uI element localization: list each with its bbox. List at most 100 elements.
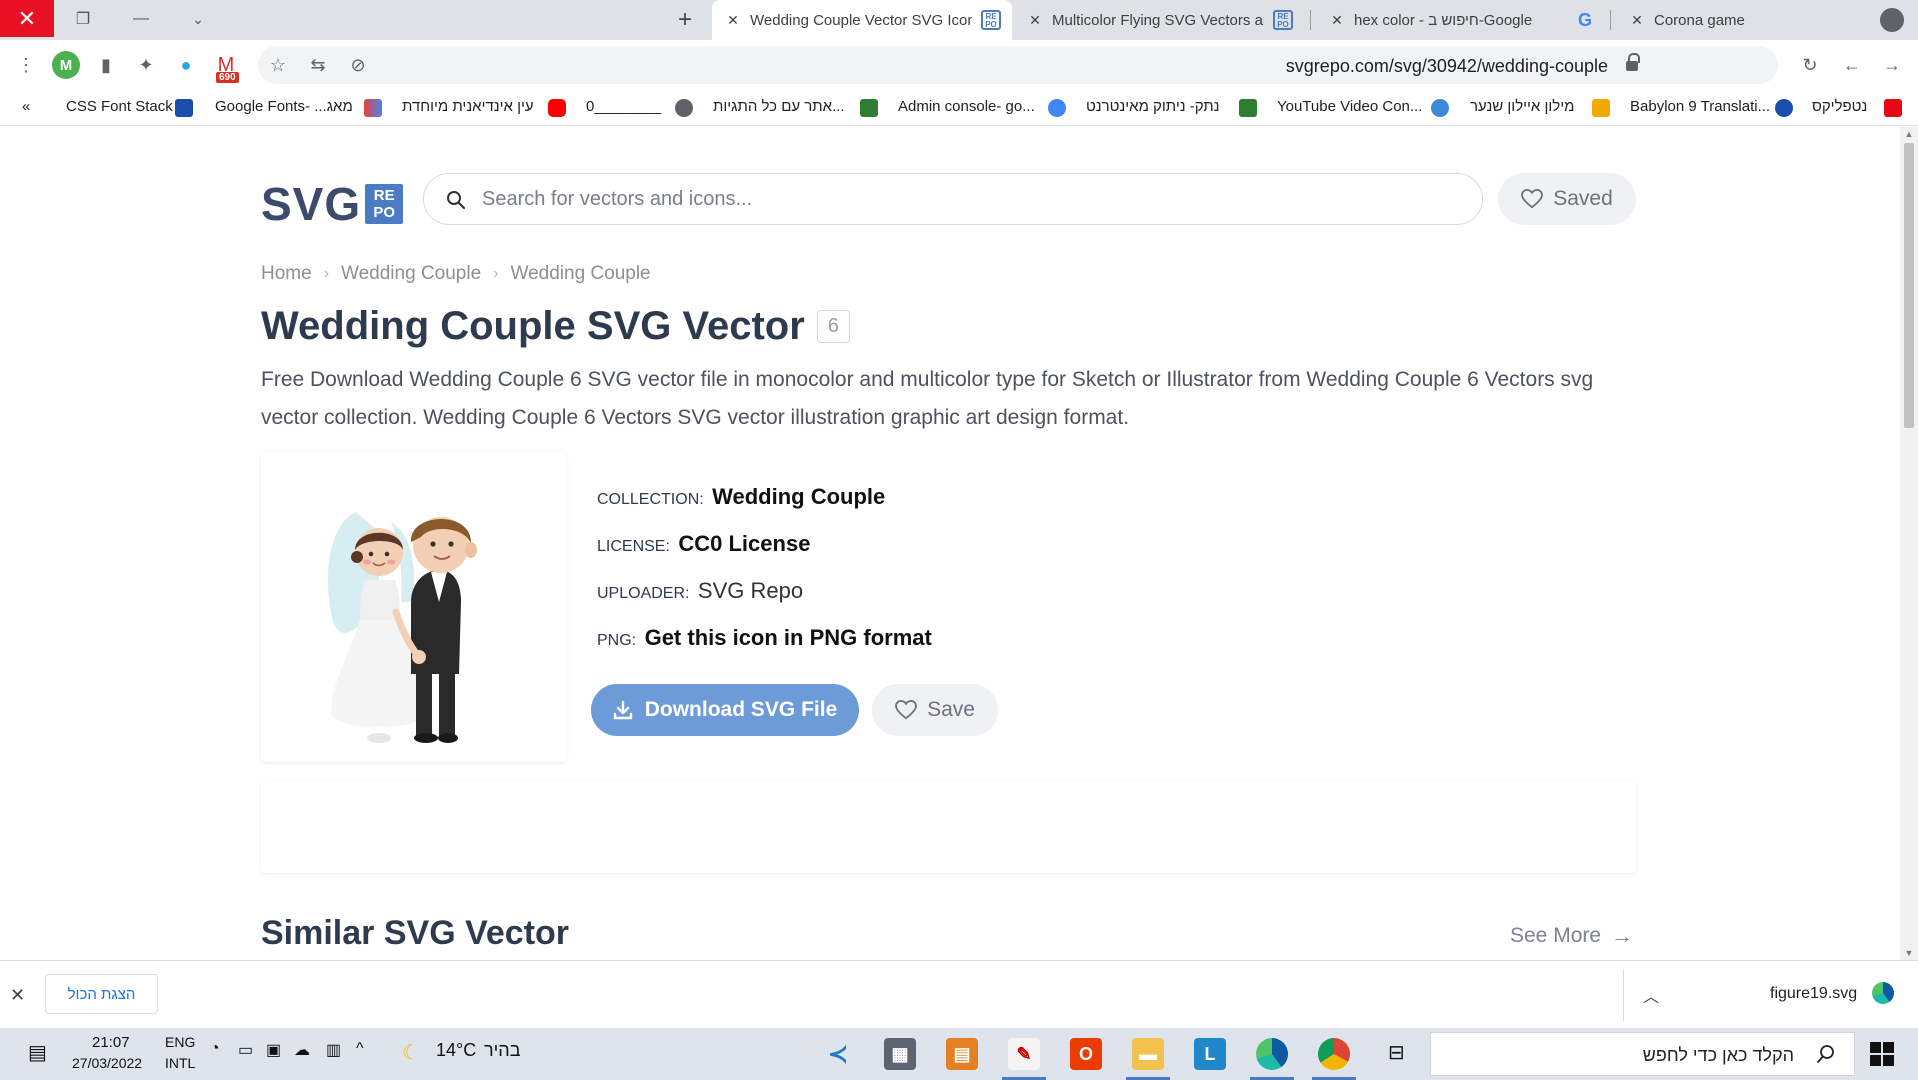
side-panel-icon[interactable]: ▮ xyxy=(92,51,120,79)
scroll-down-icon[interactable]: ▼ xyxy=(1904,948,1914,958)
office-icon[interactable]: O xyxy=(1070,1038,1102,1070)
heart-icon xyxy=(895,700,917,720)
address-bar[interactable]: ☆ ⇆ ⊘ svgrepo.com/svg/30942/wedding-coup… xyxy=(258,46,1778,84)
weather-extension-icon[interactable]: ● xyxy=(172,51,200,79)
svgrepo-logo[interactable]: SVG RE PO xyxy=(261,177,404,231)
language-indicator[interactable]: ENG xyxy=(165,1034,195,1050)
extensions-icon[interactable]: ✦ xyxy=(132,51,160,79)
clock-date[interactable]: 27/03/2022 xyxy=(72,1055,142,1071)
taskbar-search[interactable]: הקלד כאן כדי לחפש xyxy=(1430,1032,1855,1076)
vector-preview-card[interactable] xyxy=(261,452,566,762)
task-view-icon[interactable]: ⊟ xyxy=(1388,1040,1405,1065)
png-link[interactable]: Get this icon in PNG format xyxy=(645,625,932,650)
wedding-couple-illustration xyxy=(327,512,477,743)
see-more-link[interactable]: See More → xyxy=(1510,923,1633,949)
scroll-up-icon[interactable]: ▲ xyxy=(1904,129,1914,139)
uploader-value: SVG Repo xyxy=(697,578,804,603)
minimize-icon[interactable]: — xyxy=(128,6,154,32)
search-bar[interactable] xyxy=(423,173,1483,225)
breadcrumb-current[interactable]: Wedding Couple xyxy=(510,263,650,285)
svgrepo-icon: RE PO xyxy=(1272,9,1294,31)
presentation-icon[interactable]: ▤ xyxy=(946,1038,978,1070)
close-tab-icon[interactable]: ✕ xyxy=(1626,12,1648,29)
gmail-icon[interactable]: M 690 xyxy=(212,51,240,83)
save-button[interactable]: Save xyxy=(872,684,998,736)
tab-corona-game[interactable]: ✕ Corona game xyxy=(1616,0,1856,40)
breadcrumb: Home › Wedding Couple › Wedding Couple xyxy=(261,263,651,285)
bookmark-google-fonts[interactable]: Google Fonts- ...מאג xyxy=(215,98,353,115)
bookmark-icon xyxy=(1775,99,1793,117)
back-arrow-icon[interactable]: ← xyxy=(1838,51,1866,79)
paint-icon[interactable]: ✎ xyxy=(1008,1038,1040,1070)
chevron-right-icon: › xyxy=(493,265,499,282)
tab-multicolor-flying[interactable]: ✕ Multicolor Flying SVG Vectors and RE PO xyxy=(1014,0,1304,40)
saved-button[interactable]: Saved xyxy=(1498,173,1636,225)
window-close-button[interactable]: ✕ xyxy=(0,0,54,37)
menu-kebab-icon[interactable]: ⋮ xyxy=(12,51,40,79)
url-text[interactable]: svgrepo.com/svg/30942/wedding-couple xyxy=(1286,56,1608,77)
chevron-up-icon[interactable]: ︿ xyxy=(1643,983,1659,1007)
forward-arrow-icon[interactable]: → xyxy=(1878,51,1906,79)
chevron-up-icon[interactable]: ^ xyxy=(356,1040,364,1058)
bookmarks-bar: « CSS Font Stack Google Fonts- ...מאג עי… xyxy=(0,90,1918,126)
license-link[interactable]: CC0 License xyxy=(678,531,810,556)
close-icon[interactable]: ✕ xyxy=(10,985,25,1006)
page-scrollbar[interactable]: ▲ ▼ xyxy=(1900,127,1918,960)
scroll-thumb[interactable] xyxy=(1904,143,1914,428)
bookmark-youtube-converter[interactable]: YouTube Video Con... xyxy=(1277,98,1422,115)
download-svg-button[interactable]: Download SVG File xyxy=(591,684,859,736)
eye-off-icon[interactable]: ⊘ xyxy=(344,51,372,79)
meta-key: PNG: xyxy=(597,632,637,649)
tab-wedding-couple[interactable]: ✕ Wedding Couple Vector SVG Icon RE PO xyxy=(712,0,1012,40)
breadcrumb-collection[interactable]: Wedding Couple xyxy=(341,263,481,285)
device-icon[interactable]: ▥ xyxy=(326,1040,341,1060)
bookmark-star-icon[interactable]: ☆ xyxy=(264,51,292,79)
taskbar: ▤ 21:07 27/03/2022 ENG INTL ◔ ▭ ▣ ☁ ▥ ^ … xyxy=(0,1028,1918,1080)
bookmark-zero[interactable]: 0________ xyxy=(586,98,661,115)
share-icon[interactable]: ⇆ xyxy=(304,51,332,79)
bookmark-tags-site[interactable]: אתר עם כל התגיות... xyxy=(713,98,845,115)
restore-icon[interactable]: ❐ xyxy=(70,6,96,32)
close-tab-icon[interactable]: ✕ xyxy=(1024,12,1046,29)
heart-icon xyxy=(1521,189,1544,209)
windows-start-icon[interactable] xyxy=(1870,1042,1894,1066)
new-tab-button[interactable]: + xyxy=(668,6,702,34)
bookmark-indian-eye[interactable]: עין אינדיאנית מיוחדת xyxy=(402,98,534,115)
battery-icon[interactable]: ▭ xyxy=(238,1040,253,1060)
weather-label[interactable]: בהיר xyxy=(484,1040,520,1061)
bookmark-css-font-stack[interactable]: CSS Font Stack xyxy=(66,98,173,115)
meet-now-icon[interactable]: ▣ xyxy=(266,1040,281,1060)
download-file-name[interactable]: figure19.svg xyxy=(1770,985,1857,1003)
search-input[interactable] xyxy=(482,180,1462,218)
clock-time[interactable]: 21:07 xyxy=(92,1034,130,1051)
show-all-button[interactable]: הצגת הכול xyxy=(45,974,158,1014)
breadcrumb-home[interactable]: Home xyxy=(261,263,312,285)
tab-search-icon[interactable]: ⌄ xyxy=(185,6,211,32)
wifi-icon[interactable]: ◔ xyxy=(210,1040,220,1058)
keyboard-layout[interactable]: INTL xyxy=(165,1055,195,1071)
tab-hex-color[interactable]: ✕ hex color - חיפוש ב-Google G xyxy=(1316,0,1606,40)
edge-icon[interactable] xyxy=(1256,1038,1288,1070)
onedrive-icon[interactable]: ☁ xyxy=(294,1040,310,1060)
l-app-icon[interactable]: L xyxy=(1194,1038,1226,1070)
notifications-icon[interactable]: ▤ xyxy=(28,1040,47,1065)
bookmark-admin-console[interactable]: Admin console- go... xyxy=(898,98,1035,115)
calculator-icon[interactable]: ▦ xyxy=(884,1038,916,1070)
bookmarks-overflow-icon[interactable]: « xyxy=(22,98,30,115)
lock-icon[interactable] xyxy=(1626,53,1640,72)
chrome-icon[interactable] xyxy=(1318,1038,1350,1070)
bookmark-disconnect[interactable]: נתק- ניתוק מאינטרנט xyxy=(1086,98,1220,115)
temperature[interactable]: 14°C xyxy=(436,1040,476,1061)
bookmark-netflix[interactable]: נטפליקס xyxy=(1812,98,1867,115)
close-tab-icon[interactable]: ✕ xyxy=(1326,12,1348,29)
close-tab-icon[interactable]: ✕ xyxy=(722,12,744,29)
browser-toolbar: ⋮ M ▮ ✦ ● M 690 ☆ ⇆ ⊘ svgrepo.com/svg/30… xyxy=(0,40,1918,90)
bookmark-babylon[interactable]: Babylon 9 Translati... xyxy=(1630,98,1770,115)
profile-avatar[interactable]: M xyxy=(52,51,80,79)
collection-link[interactable]: Wedding Couple xyxy=(712,484,885,509)
reload-icon[interactable]: ↻ xyxy=(1796,51,1824,79)
file-explorer-icon[interactable]: ▬ xyxy=(1132,1038,1164,1070)
vscode-icon[interactable]: ≺ xyxy=(822,1038,854,1070)
bookmark-dictionary[interactable]: מילון איילון שנער xyxy=(1470,98,1574,115)
globe-icon[interactable] xyxy=(1880,8,1904,32)
